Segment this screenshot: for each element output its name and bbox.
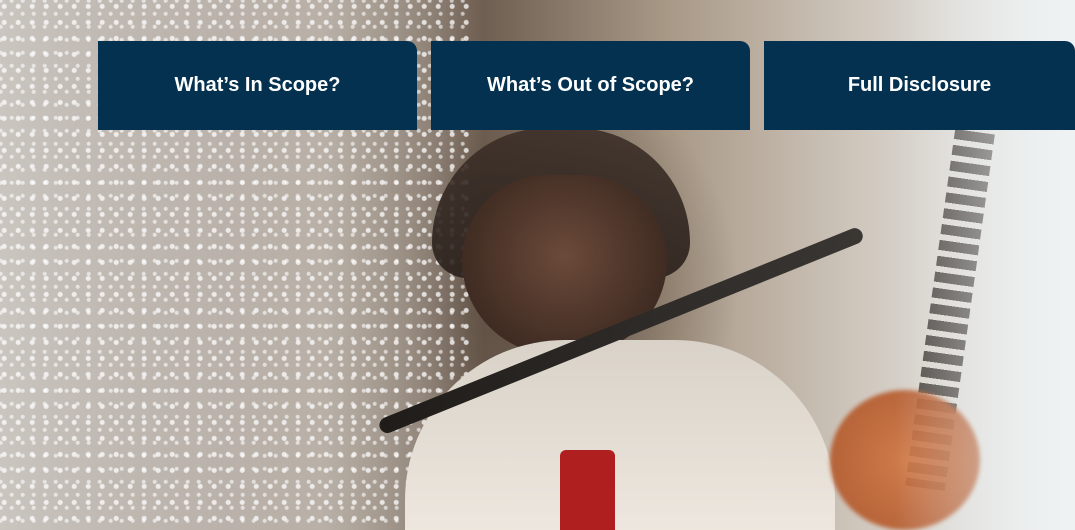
tab-full-disclosure[interactable]: Full Disclosure [764, 41, 1075, 130]
tab-out-of-scope[interactable]: What’s Out of Scope? [431, 41, 750, 130]
tab-out-of-scope-label: What’s Out of Scope? [486, 74, 695, 96]
tab-in-scope-label: What’s In Scope? [174, 74, 341, 96]
tab-in-scope[interactable]: What’s In Scope? [98, 41, 417, 130]
hero-photo: What’s In Scope? What’s Out of Scope? Fu… [0, 0, 1075, 530]
scope-tabs: What’s In Scope? What’s Out of Scope? Fu… [98, 41, 1075, 130]
tab-full-disclosure-label: Full Disclosure [847, 74, 992, 96]
worker-red-shirt [560, 450, 615, 530]
